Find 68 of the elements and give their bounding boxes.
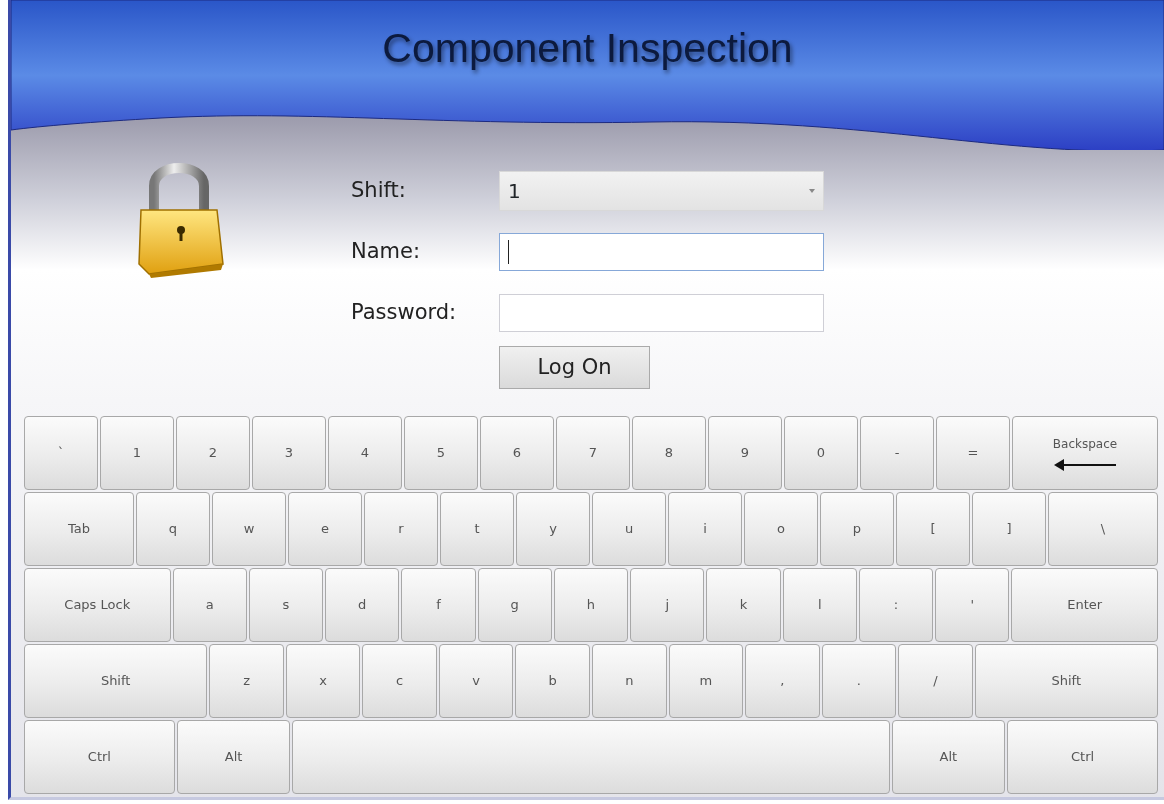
keyboard-key[interactable]: Tab	[24, 492, 134, 566]
keyboard-key[interactable]: u	[592, 492, 666, 566]
keyboard-key[interactable]: k	[706, 568, 781, 642]
keyboard-key[interactable]: =	[936, 416, 1010, 490]
keyboard-key[interactable]: l	[782, 568, 857, 642]
keyboard-key[interactable]: Ctrl	[24, 720, 175, 794]
keyboard-key[interactable]: `	[24, 416, 98, 490]
keyboard-key[interactable]: e	[288, 492, 362, 566]
keyboard-key[interactable]: .	[821, 644, 897, 718]
keyboard-key[interactable]: r	[364, 492, 438, 566]
password-field[interactable]	[499, 293, 824, 332]
keyboard-key[interactable]: n	[592, 644, 667, 718]
keyboard-key[interactable]: x	[285, 644, 361, 718]
space-key[interactable]	[292, 720, 890, 794]
keyboard-key[interactable]: 6	[480, 416, 554, 490]
keyboard-key[interactable]: 8	[632, 416, 706, 490]
keyboard-key[interactable]: t	[440, 492, 514, 566]
keyboard-key[interactable]: h	[553, 568, 629, 642]
keyboard-key[interactable]: ]	[972, 492, 1046, 566]
keyboard-key[interactable]: s	[248, 568, 324, 642]
keyboard-key[interactable]: \	[1048, 492, 1158, 566]
keyboard-key[interactable]: y	[516, 492, 590, 566]
keyboard-key[interactable]: i	[668, 492, 742, 566]
keyboard-key[interactable]: w	[212, 492, 286, 566]
dropdown-arrow-icon	[809, 188, 815, 193]
keyboard-key[interactable]: v	[438, 644, 514, 718]
keyboard-key[interactable]: Ctrl	[1007, 720, 1158, 794]
keyboard-key[interactable]: q	[136, 492, 210, 566]
keyboard-key[interactable]: Alt	[176, 720, 291, 794]
field-label: Password:	[351, 298, 457, 326]
keyboard-key[interactable]: 2	[176, 416, 250, 490]
keyboard-key[interactable]: b	[515, 644, 590, 718]
keyboard-key[interactable]: 3	[252, 416, 326, 490]
keyboard-key[interactable]: Alt	[891, 720, 1006, 794]
keyboard-key[interactable]: d	[325, 568, 400, 642]
keyboard-key[interactable]: j	[630, 568, 705, 642]
shift-dropdown[interactable]: 1	[499, 170, 824, 211]
keyboard-key[interactable]: '	[935, 568, 1010, 642]
keyboard-key[interactable]: [	[896, 492, 970, 566]
keyboard-key[interactable]: Shift	[974, 644, 1158, 718]
keyboard-key[interactable]: :	[858, 568, 934, 642]
keyboard-key[interactable]: o	[744, 492, 818, 566]
app-title: Component Inspection	[381, 24, 794, 72]
keyboard-key[interactable]: Shift	[24, 644, 208, 718]
keyboard-key[interactable]: /	[898, 644, 973, 718]
keyboard-key[interactable]: 0	[784, 416, 858, 490]
keyboard-key[interactable]: -	[860, 416, 934, 490]
keyboard-key[interactable]: 5	[404, 416, 478, 490]
keyboard-key[interactable]: 9	[708, 416, 782, 490]
keyboard-key[interactable]: Enter	[1011, 568, 1158, 642]
keyboard-key[interactable]: z	[209, 644, 284, 718]
field-label: Name:	[351, 237, 421, 265]
input-field[interactable]	[499, 232, 824, 271]
keyboard-key[interactable]: 1	[100, 416, 174, 490]
keyboard-key[interactable]: p	[820, 492, 894, 566]
keyboard-key[interactable]: g	[477, 568, 552, 642]
keyboard-key[interactable]: 4	[328, 416, 402, 490]
keyboard-key[interactable]: f	[401, 568, 476, 642]
keyboard-key[interactable]: ,	[745, 644, 820, 718]
keyboard-key[interactable]: m	[668, 644, 744, 718]
keyboard-key[interactable]: 7	[556, 416, 630, 490]
keyboard-key[interactable]: Caps Lock	[24, 568, 171, 642]
keyboard-key[interactable]: a	[172, 568, 247, 642]
backspace-key[interactable]: Backspace	[1012, 416, 1158, 490]
log-on-button[interactable]: Log On	[499, 346, 650, 389]
field-label: Shift:	[351, 176, 406, 204]
keyboard-key[interactable]: c	[362, 644, 437, 718]
left-arrow-icon	[1054, 459, 1116, 471]
